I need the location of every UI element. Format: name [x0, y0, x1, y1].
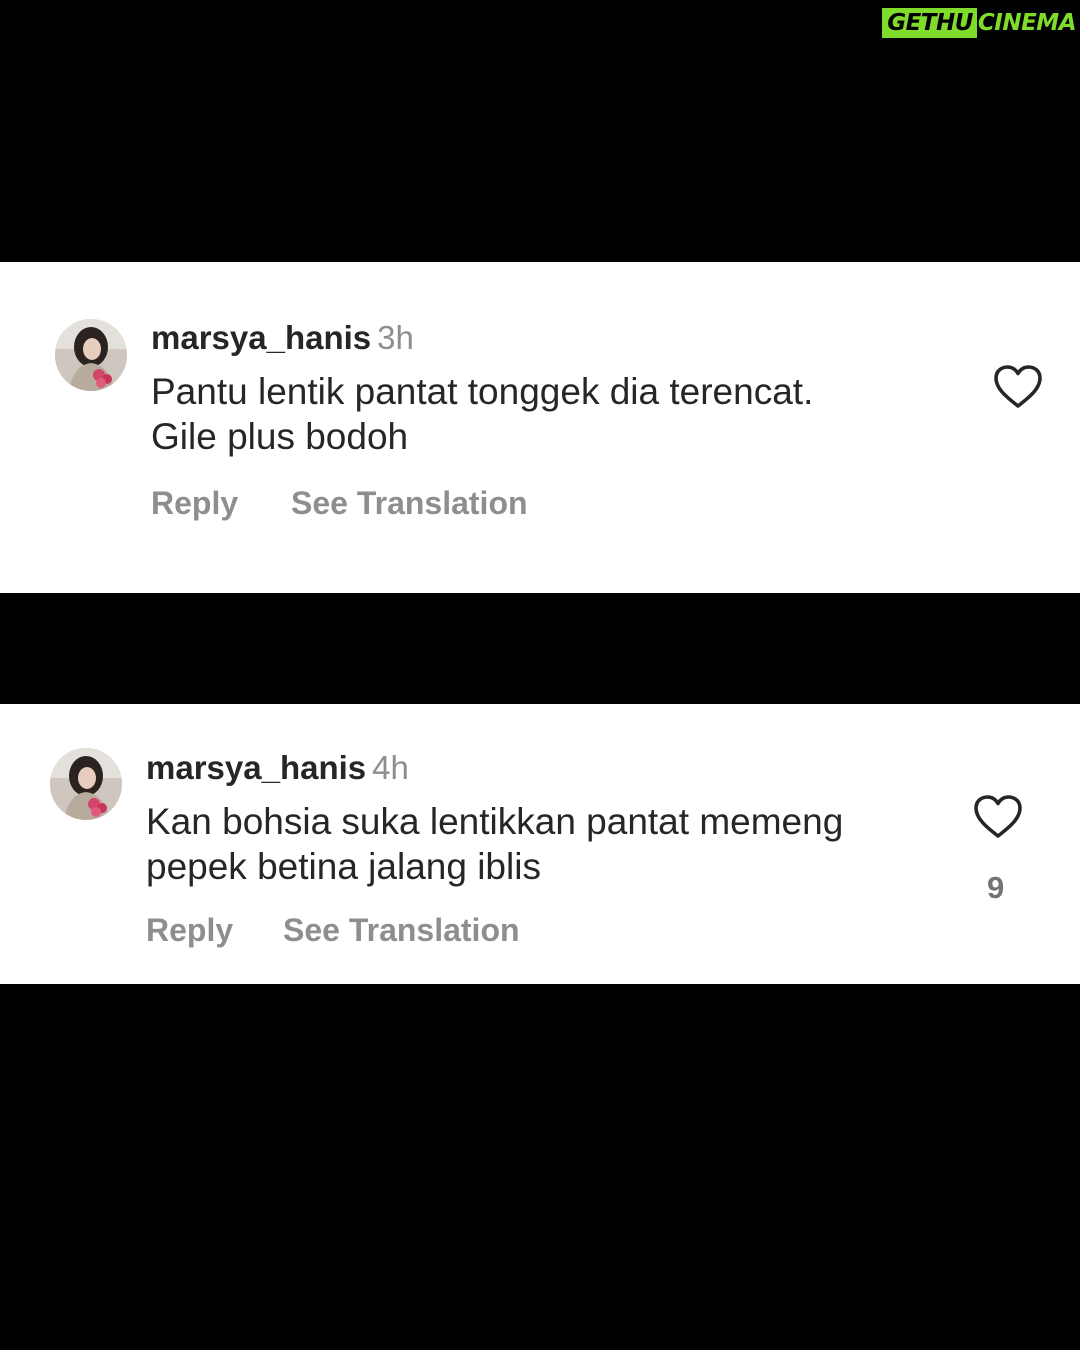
comment-timestamp: 3h: [377, 319, 414, 356]
comment-card-2: marsya_hanis 4h Kan bohsia suka lentikkan…: [0, 704, 1080, 984]
reply-button[interactable]: Reply: [151, 487, 238, 519]
comment-line-1: Kan bohsia suka lentikkan pantat memeng: [146, 801, 844, 842]
watermark-left: GETHU: [882, 8, 977, 38]
comment-line-2: pepek betina jalang iblis: [146, 846, 541, 887]
heart-outline-icon[interactable]: [993, 364, 1043, 415]
comment-line-1: Pantu lentik pantat tonggek dia terencat…: [151, 371, 814, 412]
username-text[interactable]: marsya_hanis: [146, 749, 366, 786]
reply-button[interactable]: Reply: [146, 914, 233, 946]
username-text[interactable]: marsya_hanis: [151, 319, 371, 356]
see-translation-button[interactable]: See Translation: [283, 914, 520, 946]
avatar[interactable]: [55, 319, 127, 391]
comment-username[interactable]: marsya_hanis 4h: [146, 751, 409, 784]
comment-text: Kan bohsia suka lentikkan pantat memeng …: [146, 799, 843, 889]
heart-outline-icon[interactable]: [973, 794, 1023, 845]
comment-card-1: marsya_hanis 3h Pantu lentik pantat tongg…: [0, 262, 1080, 593]
comment-line-2: Gile plus bodoh: [151, 416, 409, 457]
like-count: 9: [987, 870, 1005, 905]
comment-timestamp: 4h: [372, 749, 409, 786]
watermark-logo: GETHU CINEMA: [882, 8, 1077, 38]
watermark-right: CINEMA: [977, 9, 1077, 36]
comment-username[interactable]: marsya_hanis 3h: [151, 321, 414, 354]
avatar[interactable]: [50, 748, 122, 820]
see-translation-button[interactable]: See Translation: [291, 487, 528, 519]
comment-text: Pantu lentik pantat tonggek dia terencat…: [151, 369, 813, 459]
